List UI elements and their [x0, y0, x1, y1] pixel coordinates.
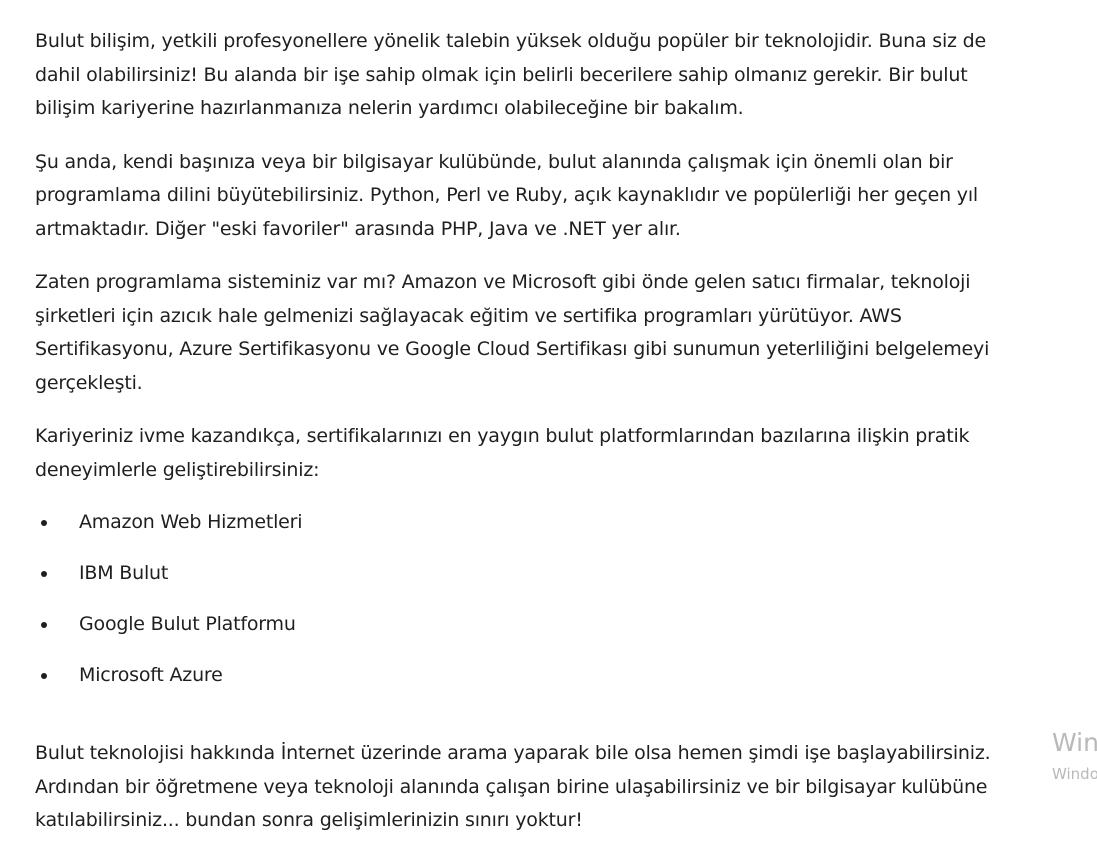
list-item-label: Microsoft Azure — [79, 664, 223, 686]
paragraph-closing: Bulut teknolojisi hakkında İnternet üzer… — [35, 742, 991, 831]
paragraph-programming-languages: Şu anda, kendi başınıza veya bir bilgisa… — [35, 150, 978, 240]
activation-watermark-title: Wind — [1052, 728, 1097, 757]
list-item-label: IBM Bulut — [79, 562, 169, 584]
activation-watermark-subtitle: Windo — [1052, 765, 1097, 783]
list-item-label: Amazon Web Hizmetleri — [79, 511, 303, 533]
bullet-icon — [41, 520, 47, 526]
bullet-icon — [41, 571, 47, 577]
list-item-label: Google Bulut Platformu — [79, 613, 296, 635]
list-item: Google Bulut Platformu — [35, 609, 1010, 660]
bullet-icon — [41, 673, 47, 679]
paragraph-intro: Bulut bilişim, yetkili profesyonellere y… — [35, 30, 986, 119]
list-item: Amazon Web Hizmetleri — [35, 507, 1010, 558]
paragraph-platforms-intro: Kariyeriniz ivme kazandıkça, sertifikala… — [35, 425, 970, 481]
list-item: IBM Bulut — [35, 558, 1010, 609]
bullet-icon — [41, 622, 47, 628]
article-body: Bulut bilişim, yetkili profesyonellere y… — [35, 25, 1010, 858]
cloud-platform-list: Amazon Web Hizmetleri IBM Bulut Google B… — [35, 507, 1010, 711]
paragraph-certifications: Zaten programlama sisteminiz var mı? Ama… — [35, 271, 990, 394]
list-item: Microsoft Azure — [35, 660, 1010, 711]
